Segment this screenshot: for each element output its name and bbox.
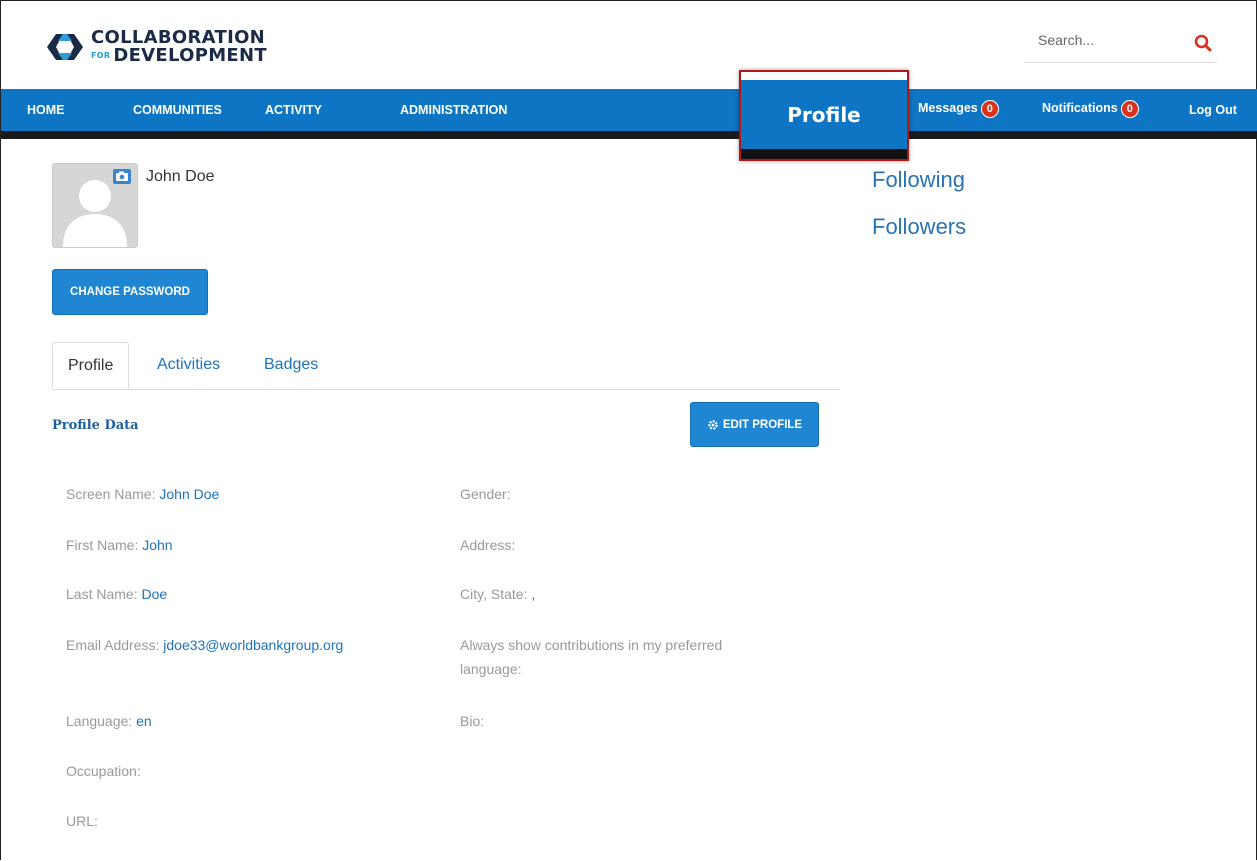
nav-notifications-label: Notifications <box>1042 101 1118 115</box>
main-nav: HOME COMMUNITIES ACTIVITY ADMINISTRATION… <box>1 89 1257 139</box>
screen-name-value: John Doe <box>159 486 220 502</box>
logo-for: FOR <box>91 51 111 60</box>
search-input[interactable] <box>1036 31 1180 49</box>
contrib-label-line-1: Always show contributions in my preferre… <box>460 637 723 653</box>
nav-profile-label: Profile <box>787 103 861 127</box>
edit-profile-button[interactable]: EDIT PROFILE <box>690 402 819 447</box>
field-address: Address: <box>460 533 515 557</box>
email-label: Email Address: <box>66 637 164 653</box>
screen-name-label: Screen Name: <box>66 486 160 502</box>
field-email: Email Address: jdoe33@worldbankgroup.org <box>66 633 343 657</box>
contrib-label-line-2: language: <box>460 661 522 677</box>
email-value: jdoe33@worldbankgroup.org <box>163 637 344 653</box>
nav-home[interactable]: HOME <box>27 103 65 117</box>
logo-line-2: DEVELOPMENT <box>113 45 267 66</box>
notifications-count-badge: 0 <box>1120 100 1139 118</box>
edit-profile-label: EDIT PROFILE <box>722 418 803 431</box>
field-first-name: First Name: John <box>66 533 173 557</box>
field-url: URL: <box>66 809 98 833</box>
user-name: John Doe <box>146 168 215 185</box>
address-label: Address: <box>460 537 516 553</box>
first-name-label: First Name: <box>66 537 143 553</box>
profile-highlight-top-strip <box>741 72 907 80</box>
field-language: Language: en <box>66 709 152 733</box>
gender-label: Gender: <box>460 486 511 502</box>
logo-mark-icon <box>47 34 83 60</box>
city-state-label: City, State: <box>460 586 532 602</box>
nav-notifications[interactable]: Notifications 0 <box>1042 100 1139 118</box>
nav-profile-highlighted[interactable]: Profile <box>739 70 909 161</box>
nav-messages[interactable]: Messages 0 <box>918 100 999 118</box>
following-link[interactable]: Following <box>872 167 965 193</box>
field-city-state: City, State: , <box>460 582 535 606</box>
profile-data-title: Profile Data <box>52 418 139 433</box>
tab-profile[interactable]: Profile <box>52 342 130 389</box>
site-logo[interactable]: COLLABORATION FOR DEVELOPMENT <box>45 29 267 65</box>
messages-count-badge: 0 <box>980 100 999 118</box>
gear-icon <box>708 419 718 430</box>
first-name-value: John <box>142 537 173 553</box>
last-name-label: Last Name: <box>66 586 142 602</box>
field-screen-name: Screen Name: John Doe <box>66 482 219 506</box>
search-box <box>1024 24 1217 63</box>
field-gender: Gender: <box>460 482 511 506</box>
bio-label: Bio: <box>460 713 485 729</box>
avatar[interactable] <box>52 163 138 248</box>
city-state-value: , <box>531 586 536 602</box>
nav-logout[interactable]: Log Out <box>1189 103 1237 117</box>
search-icon[interactable] <box>1193 33 1213 53</box>
field-occupation: Occupation: <box>66 759 141 783</box>
field-bio: Bio: <box>460 709 484 733</box>
change-password-button[interactable]: CHANGE PASSWORD <box>52 269 208 315</box>
field-last-name: Last Name: Doe <box>66 582 167 606</box>
last-name-value: Doe <box>141 586 168 602</box>
tab-activities[interactable]: Activities <box>141 342 236 388</box>
language-label: Language: <box>66 713 137 729</box>
profile-highlight-bottom-strip <box>741 149 907 159</box>
followers-link[interactable]: Followers <box>872 214 966 240</box>
nav-activity[interactable]: ACTIVITY <box>265 103 322 117</box>
tab-badges[interactable]: Badges <box>248 342 334 388</box>
camera-icon[interactable] <box>113 169 131 184</box>
logo-text: COLLABORATION FOR DEVELOPMENT <box>91 29 267 65</box>
nav-administration[interactable]: ADMINISTRATION <box>400 103 507 117</box>
nav-communities[interactable]: COMMUNITIES <box>133 103 222 117</box>
url-label: URL: <box>66 813 98 829</box>
occupation-label: Occupation: <box>66 763 141 779</box>
language-value: en <box>136 713 152 729</box>
profile-tabs: Profile Activities Badges <box>52 342 840 390</box>
nav-messages-label: Messages <box>918 101 978 115</box>
field-preferred-language-contributions: Always show contributions in my preferre… <box>460 633 722 681</box>
